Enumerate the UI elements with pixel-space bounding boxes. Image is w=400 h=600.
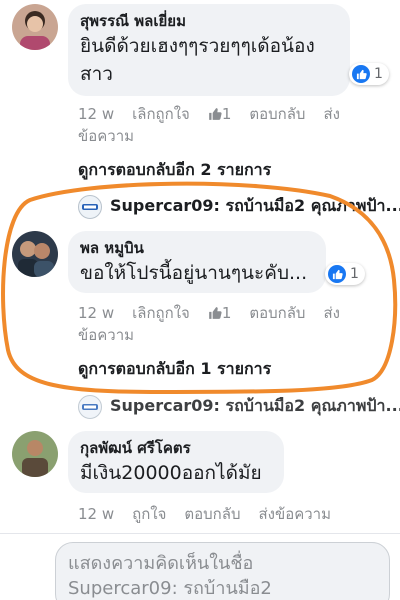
comment-author[interactable]: พล หมูบิน (80, 237, 314, 259)
reaction-count[interactable]: 1 (325, 263, 365, 285)
comment-actions: 12 w ถูกใจ ตอบกลับ ส่งข้อความ (78, 503, 331, 525)
comment-input-placeholder-page: Supercar09: รถบ้านมือ2 (68, 578, 272, 599)
like-count: 1 (221, 304, 232, 322)
comment-actions: 12 w เลิกถูกใจ 1 ตอบกลับ ส่ง ข้อความ (78, 103, 340, 147)
message-button[interactable]: ส่ง (323, 103, 339, 125)
message-button[interactable]: ส่ง (323, 302, 339, 324)
view-more-replies[interactable]: ดูการตอบกลับอีก 2 รายการ (78, 158, 271, 183)
message-button[interactable]: ส่งข้อความ (258, 503, 331, 525)
avatar[interactable] (12, 431, 58, 477)
comment-input[interactable]: แสดงความคิดเห็นในชื่อ Supercar09: รถบ้าน… (55, 542, 390, 600)
like-thumb-icon (208, 306, 222, 320)
comment-actions: 12 w เลิกถูกใจ 1 ตอบกลับ ส่ง ข้อความ (78, 302, 340, 346)
reply-button[interactable]: ตอบกลับ (184, 503, 240, 525)
avatar[interactable] (12, 4, 58, 50)
comment-bubble: สุพรรณี พลเยี่ยม ยินดีด้วยเฮงๆๆรวยๆๆเด้อ… (68, 4, 350, 96)
page-reply-preview[interactable]: Supercar09: รถบ้านมือ2 คุณภาพป้า... (78, 194, 400, 219)
reaction-count[interactable]: 1 (349, 63, 389, 85)
comment-text: ขอให้โปรนี้อยู่นานๆนะคับ... (80, 262, 308, 284)
comment-author[interactable]: กุลพัฒน์ ศรีโคตร (80, 437, 272, 459)
reply-button[interactable]: ตอบกลับ (249, 302, 305, 324)
comment-text: ยินดีด้วยเฮงๆๆรวยๆๆเด้อน้อง (80, 35, 315, 57)
like-count: 1 (221, 105, 232, 123)
reply-button[interactable]: ตอบกลับ (249, 103, 305, 125)
like-thumb-icon (208, 107, 222, 121)
message-button-label[interactable]: ข้อความ (78, 326, 134, 344)
like-button[interactable]: ถูกใจ (132, 503, 166, 525)
page-logo-icon (78, 194, 102, 219)
page-logo-icon (78, 394, 102, 419)
comment-text: สาว (80, 63, 113, 85)
message-button-label[interactable]: ข้อความ (78, 127, 134, 145)
unlike-button[interactable]: เลิกถูกใจ (132, 302, 190, 324)
comment-bubble: พล หมูบิน ขอให้โปรนี้อยู่นานๆนะคับ... (68, 231, 326, 293)
timestamp[interactable]: 12 w (78, 503, 114, 525)
like-reaction-icon (328, 265, 346, 283)
comment-bubble: กุลพัฒน์ ศรีโคตร มีเงิน20000ออกได้มัย (68, 431, 284, 493)
comment-text: มีเงิน20000ออกได้มัย (80, 462, 262, 484)
like-reaction-icon (352, 65, 370, 83)
divider (0, 533, 400, 534)
unlike-button[interactable]: เลิกถูกใจ (132, 103, 190, 125)
comment-input-placeholder: แสดงความคิดเห็นในชื่อ (68, 553, 254, 574)
view-more-replies[interactable]: ดูการตอบกลับอีก 1 รายการ (78, 357, 271, 382)
avatar[interactable] (12, 231, 58, 277)
comment-author[interactable]: สุพรรณี พลเยี่ยม (80, 10, 338, 32)
timestamp[interactable]: 12 w (78, 302, 114, 324)
page-reply-preview[interactable]: Supercar09: รถบ้านมือ2 คุณภาพป้า... (78, 394, 400, 419)
timestamp[interactable]: 12 w (78, 103, 114, 125)
